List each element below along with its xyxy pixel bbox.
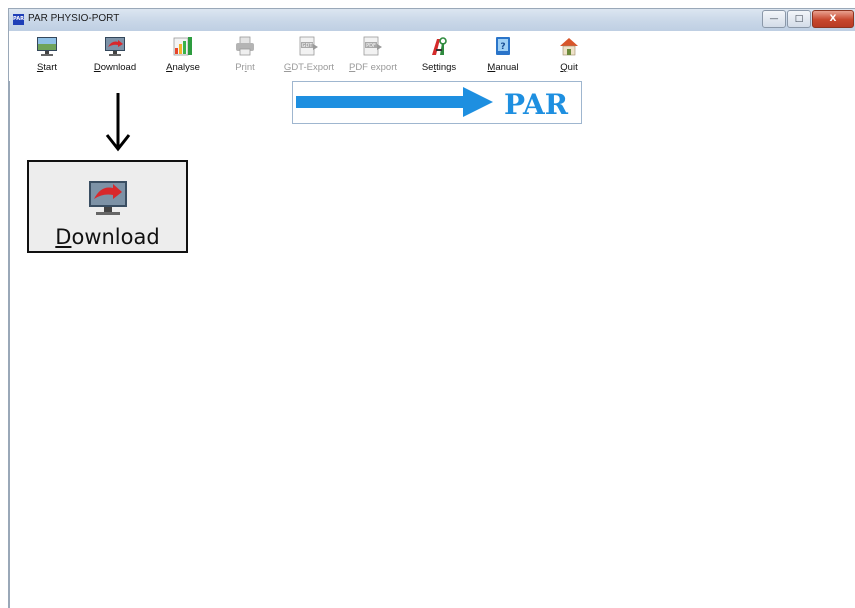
pdf-export-button[interactable]: PDF PDF export bbox=[343, 35, 403, 79]
minimize-button[interactable]: — bbox=[762, 10, 786, 28]
par-logo: PAR bbox=[292, 81, 582, 124]
bar-chart-icon bbox=[173, 37, 192, 56]
maximize-button[interactable]: □ bbox=[787, 10, 811, 28]
main-toolbar: Start Download Analyse Print GDT GDT-Exp… bbox=[9, 31, 855, 81]
help-book-icon: ? bbox=[496, 37, 510, 55]
settings-label-pre: Se bbox=[421, 62, 434, 73]
gdt-export-label: DT-Export bbox=[291, 62, 335, 73]
title-bar[interactable]: PAR PAR PHYSIO-PORT — □ X bbox=[9, 9, 855, 31]
download-mnemonic: D bbox=[93, 62, 101, 73]
window-title: PAR PHYSIO-PORT bbox=[28, 13, 120, 24]
window-controls: — □ X bbox=[761, 10, 854, 28]
print-button[interactable]: Print bbox=[215, 35, 275, 79]
callout-label: ownload bbox=[71, 225, 160, 249]
settings-button[interactable]: Settings bbox=[409, 35, 469, 79]
download-button[interactable]: Download bbox=[85, 35, 145, 79]
tools-icon bbox=[432, 37, 447, 55]
print-label-pre: Pr bbox=[235, 62, 245, 73]
svg-text:GDT: GDT bbox=[302, 43, 314, 49]
start-label: tart bbox=[43, 62, 58, 73]
analyse-label: nalyse bbox=[172, 62, 200, 73]
minimize-icon: — bbox=[769, 14, 779, 24]
logo-arrow-icon: PAR bbox=[296, 87, 569, 121]
close-button[interactable]: X bbox=[812, 10, 854, 28]
quit-mnemonic: Q bbox=[560, 62, 568, 73]
quit-label: uit bbox=[567, 62, 578, 73]
print-label: nt bbox=[246, 62, 255, 73]
callout-mnemonic: D bbox=[55, 225, 72, 249]
settings-label: tings bbox=[436, 62, 457, 73]
monitor-download-icon bbox=[105, 37, 125, 56]
download-label: ownload bbox=[100, 62, 137, 73]
printer-icon bbox=[236, 36, 254, 56]
logo-text: PAR bbox=[504, 88, 569, 121]
manual-label: anual bbox=[495, 62, 519, 73]
down-arrow-icon bbox=[105, 93, 131, 152]
analyse-button[interactable]: Analyse bbox=[153, 35, 213, 79]
quit-button[interactable]: Quit bbox=[539, 35, 599, 79]
monitor-landscape-icon bbox=[37, 37, 57, 56]
app-window: PAR PAR PHYSIO-PORT — □ X Start Download… bbox=[8, 8, 855, 608]
monitor-download-icon bbox=[88, 181, 127, 215]
manual-button[interactable]: ? Manual bbox=[473, 35, 533, 79]
gdt-export-icon: GDT bbox=[299, 36, 318, 56]
app-logo-icon: PAR bbox=[13, 14, 24, 25]
start-button[interactable]: Start bbox=[17, 35, 77, 79]
pdf-export-label: DF export bbox=[355, 62, 398, 73]
gdt-export-button[interactable]: GDT GDT-Export bbox=[279, 35, 339, 79]
svg-text:PDF: PDF bbox=[366, 43, 376, 49]
pdf-export-icon: PDF bbox=[363, 36, 382, 56]
maximize-icon: □ bbox=[794, 14, 804, 24]
window-left-border bbox=[9, 81, 10, 608]
download-callout: Download bbox=[27, 160, 188, 253]
close-icon: X bbox=[829, 14, 837, 24]
house-icon bbox=[560, 38, 578, 56]
svg-text:?: ? bbox=[500, 42, 505, 52]
